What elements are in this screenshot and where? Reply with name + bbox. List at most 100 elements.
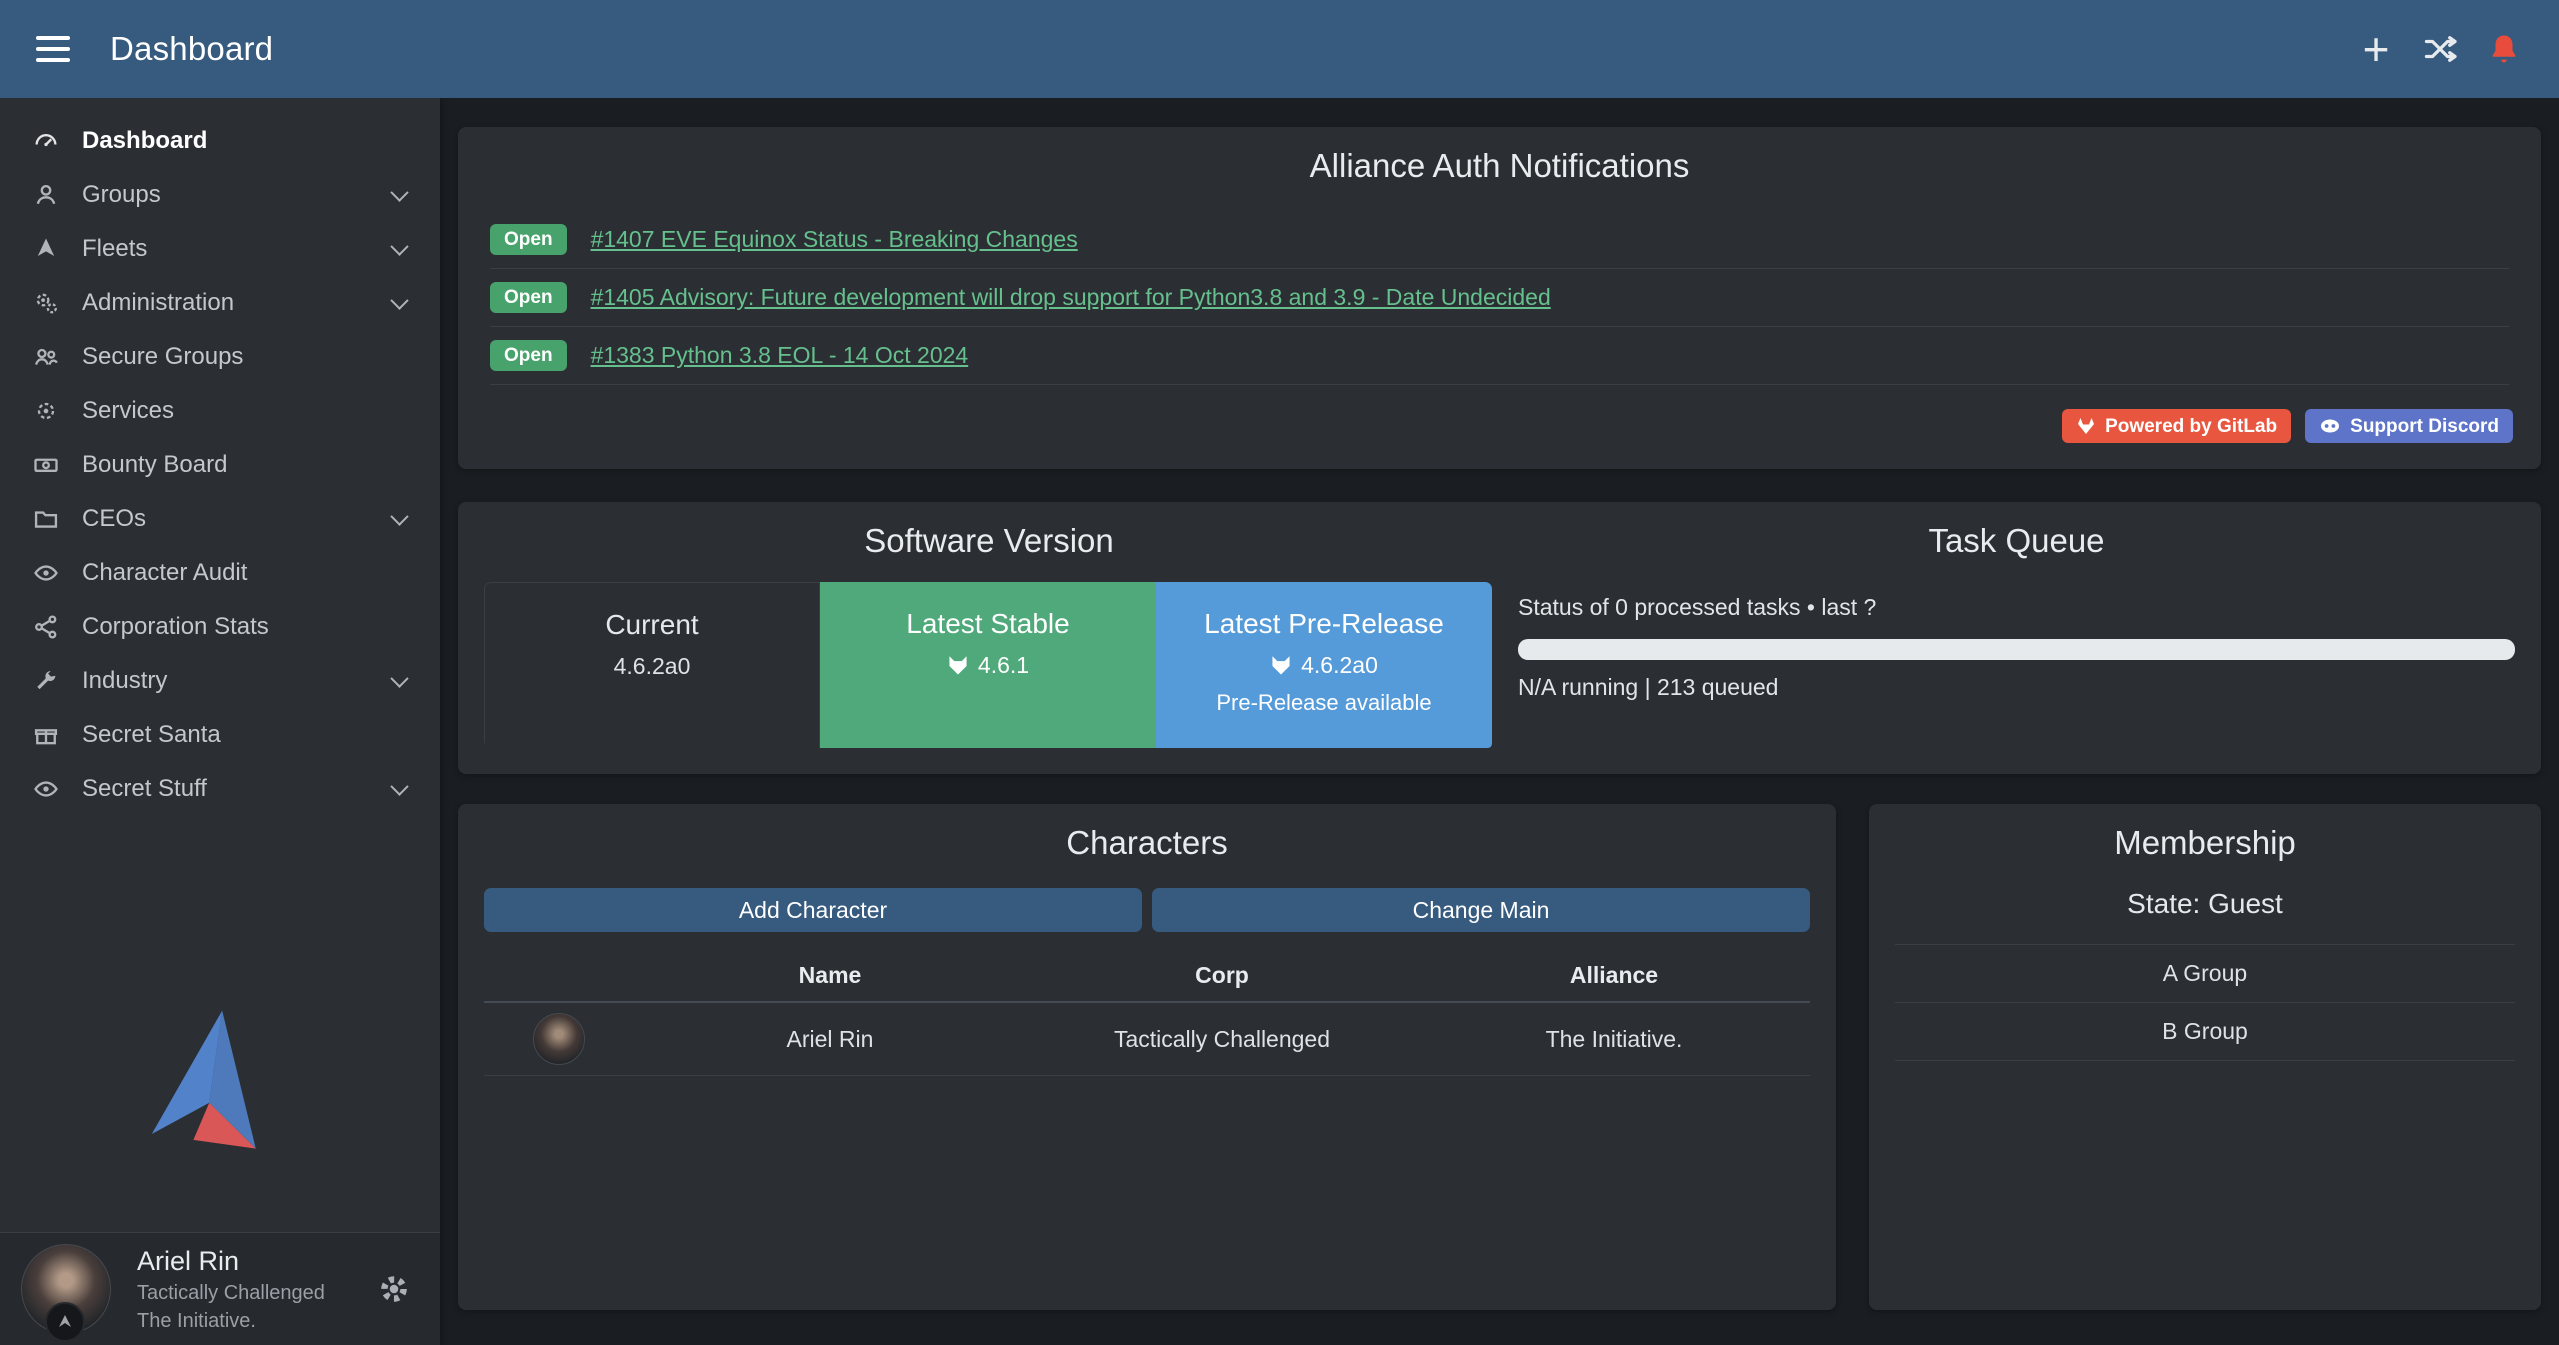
table-header-alliance: Alliance xyxy=(1418,962,1810,989)
version-stable-box: Latest Stable 4.6.1 xyxy=(820,582,1156,748)
gauge-icon xyxy=(32,127,60,155)
sidebar-item-secret-santa[interactable]: Secret Santa xyxy=(0,708,440,762)
task-queue-title: Task Queue xyxy=(1518,522,2515,560)
sidebar-item-dashboard[interactable]: Dashboard xyxy=(0,114,440,168)
characters-card: Characters Add Character Change Main Nam… xyxy=(458,804,1836,1310)
sidebar-item-ceos[interactable]: CEOs xyxy=(0,492,440,546)
task-queue-progress-bar xyxy=(1518,639,2515,660)
sidebar-item-character-audit[interactable]: Character Audit xyxy=(0,546,440,600)
membership-title: Membership xyxy=(1895,824,2515,862)
gitlab-badge-label: Powered by GitLab xyxy=(2105,417,2277,436)
sidebar-item-industry[interactable]: Industry xyxy=(0,654,440,708)
version-prerelease-value: 4.6.2a0 xyxy=(1301,652,1378,679)
version-taskqueue-card: Software Version Current 4.6.2a0 Latest … xyxy=(458,502,2541,774)
notifications-card: Alliance Auth Notifications Open #1407 E… xyxy=(458,127,2541,469)
membership-card: Membership State: Guest A Group B Group xyxy=(1869,804,2541,1310)
membership-state: State: Guest xyxy=(1895,888,2515,920)
top-navbar: Dashboard + xyxy=(0,0,2559,98)
change-main-button[interactable]: Change Main xyxy=(1152,888,1810,932)
sidebar-item-label: Character Audit xyxy=(82,559,247,587)
version-prerelease-note: Pre-Release available xyxy=(1156,690,1492,716)
character-portrait xyxy=(533,1013,585,1065)
sidebar-item-bounty-board[interactable]: Bounty Board xyxy=(0,438,440,492)
gears-icon xyxy=(32,289,60,317)
gitlab-badge[interactable]: Powered by GitLab xyxy=(2062,409,2291,443)
wolf-icon xyxy=(947,655,969,677)
user-corp: Tactically Challenged xyxy=(137,1282,325,1305)
task-queue-status: Status of 0 processed tasks • last ? xyxy=(1518,594,2515,621)
plus-icon[interactable]: + xyxy=(2357,30,2395,68)
share-icon xyxy=(32,613,60,641)
version-current-box: Current 4.6.2a0 xyxy=(484,582,820,748)
character-name: Ariel Rin xyxy=(634,1026,1026,1053)
alliance-auth-logo xyxy=(145,1005,295,1155)
notification-link[interactable]: #1405 Advisory: Future development will … xyxy=(591,284,1551,311)
sidebar-item-corporation-stats[interactable]: Corporation Stats xyxy=(0,600,440,654)
status-badge: Open xyxy=(490,340,567,371)
main-content: Alliance Auth Notifications Open #1407 E… xyxy=(440,98,2559,1345)
sidebar-item-fleets[interactable]: Fleets xyxy=(0,222,440,276)
gift-icon xyxy=(32,721,60,749)
discord-icon xyxy=(2319,416,2341,436)
notifications-title: Alliance Auth Notifications xyxy=(484,147,2515,185)
status-badge: Open xyxy=(490,224,567,255)
sidebar-item-label: Groups xyxy=(82,181,161,209)
eye-icon xyxy=(32,775,60,803)
table-row: Ariel Rin Tactically Challenged The Init… xyxy=(484,1003,1810,1076)
sidebar-item-groups[interactable]: Groups xyxy=(0,168,440,222)
eye-icon xyxy=(32,559,60,587)
gear-icon[interactable] xyxy=(378,1273,410,1305)
wolf-icon xyxy=(1270,655,1292,677)
character-corp: Tactically Challenged xyxy=(1026,1026,1418,1053)
sidebar-item-services[interactable]: Services xyxy=(0,384,440,438)
add-character-button[interactable]: Add Character xyxy=(484,888,1142,932)
chevron-down-icon xyxy=(390,777,408,795)
sidebar-item-label: CEOs xyxy=(82,505,146,533)
chevron-down-icon xyxy=(390,291,408,309)
chevron-down-icon xyxy=(390,237,408,255)
wrench-icon xyxy=(32,667,60,695)
sidebar-item-label: Secret Stuff xyxy=(82,775,207,803)
jet-icon xyxy=(32,235,60,263)
version-prerelease-header: Latest Pre-Release xyxy=(1156,608,1492,640)
version-stable-header: Latest Stable xyxy=(820,608,1156,640)
chevron-down-icon xyxy=(390,183,408,201)
version-current-value: 4.6.2a0 xyxy=(614,653,691,680)
notification-row: Open #1405 Advisory: Future development … xyxy=(490,269,2509,327)
sidebar-item-label: Dashboard xyxy=(82,127,207,155)
cog-icon xyxy=(32,397,60,425)
chevron-down-icon xyxy=(390,507,408,525)
users-icon xyxy=(32,343,60,371)
sidebar-item-label: Secret Santa xyxy=(82,721,221,749)
user-name: Ariel Rin xyxy=(137,1246,325,1277)
user-icon xyxy=(32,181,60,209)
notification-link[interactable]: #1383 Python 3.8 EOL - 14 Oct 2024 xyxy=(591,342,969,369)
bell-icon[interactable] xyxy=(2485,30,2523,68)
discord-badge[interactable]: Support Discord xyxy=(2305,409,2513,443)
page-title: Dashboard xyxy=(110,30,273,68)
notification-row: Open #1383 Python 3.8 EOL - 14 Oct 2024 xyxy=(490,327,2509,385)
corp-logo-badge xyxy=(45,1302,85,1342)
membership-group-row: A Group xyxy=(1895,944,2515,1003)
sidebar-item-label: Corporation Stats xyxy=(82,613,269,641)
sidebar-item-label: Administration xyxy=(82,289,234,317)
membership-group-row: B Group xyxy=(1895,1003,2515,1061)
sidebar-item-administration[interactable]: Administration xyxy=(0,276,440,330)
sidebar-item-secure-groups[interactable]: Secure Groups xyxy=(0,330,440,384)
version-stable-value: 4.6.1 xyxy=(978,652,1029,679)
table-header-corp: Corp xyxy=(1026,962,1418,989)
hamburger-menu-icon[interactable] xyxy=(36,36,70,62)
notification-link[interactable]: #1407 EVE Equinox Status - Breaking Chan… xyxy=(591,226,1078,253)
sidebar-item-secret-stuff[interactable]: Secret Stuff xyxy=(0,762,440,816)
table-header-name: Name xyxy=(634,962,1026,989)
sidebar-item-label: Fleets xyxy=(82,235,147,263)
shuffle-icon[interactable] xyxy=(2421,30,2459,68)
chevron-down-icon xyxy=(390,669,408,687)
characters-table: Name Corp Alliance Ariel Rin Tactically … xyxy=(484,954,1810,1076)
version-current-header: Current xyxy=(485,609,819,641)
status-badge: Open xyxy=(490,282,567,313)
gitlab-icon xyxy=(2076,416,2096,436)
folder-icon xyxy=(32,505,60,533)
version-prerelease-box: Latest Pre-Release 4.6.2a0 Pre-Release a… xyxy=(1156,582,1492,748)
notification-row: Open #1407 EVE Equinox Status - Breaking… xyxy=(490,211,2509,269)
